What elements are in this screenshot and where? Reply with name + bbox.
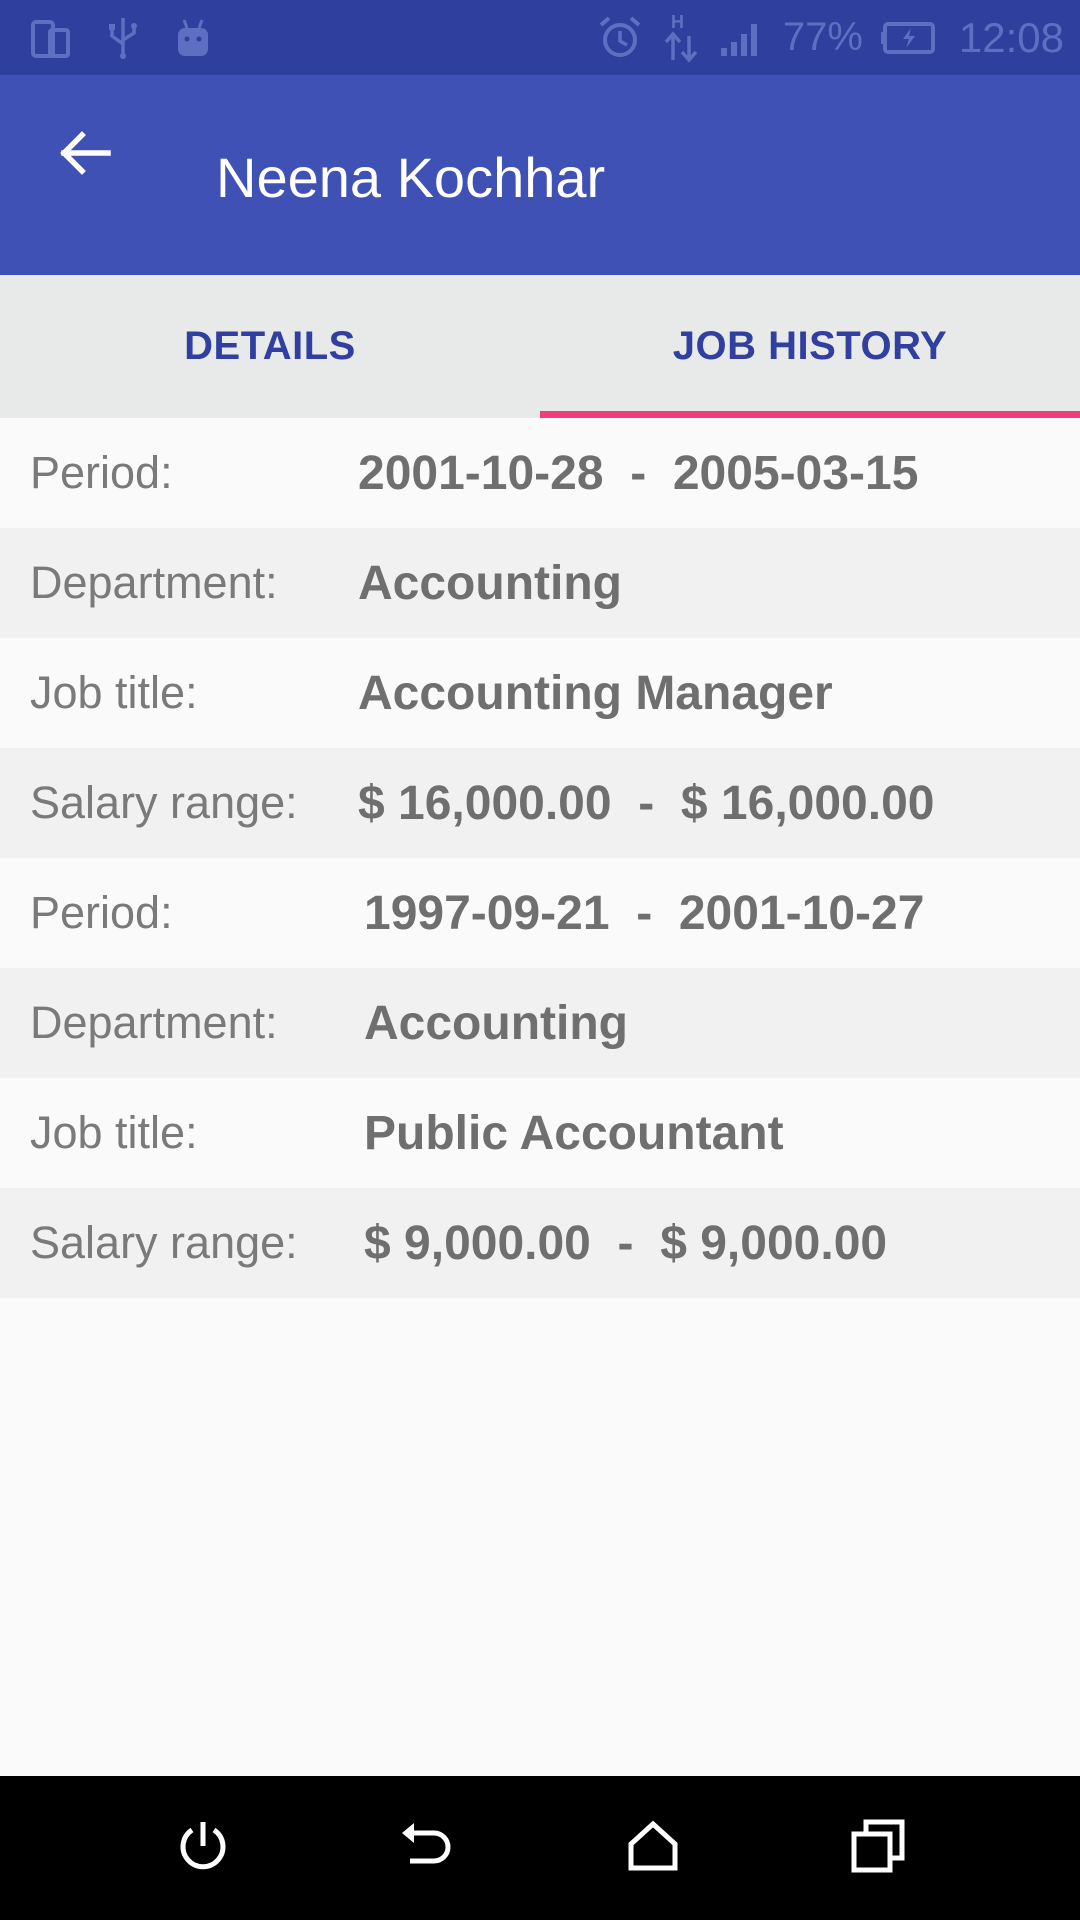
alarm-icon bbox=[597, 15, 643, 61]
department-label: Department: bbox=[30, 997, 278, 1048]
recents-icon bbox=[850, 1818, 906, 1879]
job-history-list: Period: 2001-10-28 - 2005-03-15 Departme… bbox=[0, 418, 1080, 1298]
salary-range-label: Salary range: bbox=[30, 1217, 298, 1268]
salary-range-label: Salary range: bbox=[30, 777, 298, 828]
department-value: Accounting bbox=[364, 996, 628, 1050]
job-title-value: Public Accountant bbox=[364, 1106, 784, 1160]
nav-back-button[interactable] bbox=[378, 1798, 478, 1898]
app-bar: Neena Kochhar bbox=[0, 75, 1080, 275]
back-icon bbox=[398, 1819, 458, 1878]
period-label: Period: bbox=[30, 447, 173, 498]
battery-percent: 77% bbox=[782, 15, 863, 59]
list-item: Job title: Accounting Manager bbox=[0, 638, 1080, 748]
battery-charging-icon bbox=[880, 20, 941, 56]
period-value: 1997-09-21 - 2001-10-27 bbox=[364, 886, 925, 940]
back-button[interactable] bbox=[40, 115, 130, 195]
salary-range-value: $ 9,000.00 - $ 9,000.00 bbox=[364, 1216, 888, 1270]
page-title: Neena Kochhar bbox=[216, 146, 606, 209]
tab-details[interactable]: DETAILS bbox=[0, 275, 540, 418]
screen-rotation-icon bbox=[30, 16, 72, 60]
signal-icon bbox=[719, 18, 765, 58]
svg-text:H: H bbox=[671, 12, 684, 32]
department-label: Department: bbox=[30, 557, 278, 608]
department-value: Accounting bbox=[358, 556, 622, 610]
status-bar: H 77% 12:08 bbox=[0, 0, 1080, 75]
home-button[interactable] bbox=[603, 1798, 703, 1898]
power-icon bbox=[175, 1818, 231, 1879]
power-button[interactable] bbox=[153, 1798, 253, 1898]
job-title-value: Accounting Manager bbox=[358, 666, 833, 720]
list-item: Department: Accounting bbox=[0, 528, 1080, 638]
clock: 12:08 bbox=[958, 13, 1064, 61]
data-transfer-icon: H bbox=[661, 12, 701, 64]
arrow-left-icon bbox=[58, 129, 112, 182]
recents-button[interactable] bbox=[828, 1798, 928, 1898]
salary-range-value: $ 16,000.00 - $ 16,000.00 bbox=[358, 776, 935, 830]
tab-details-label: DETAILS bbox=[184, 324, 356, 368]
job-title-label: Job title: bbox=[30, 1107, 198, 1158]
tab-job-history[interactable]: JOB HISTORY bbox=[540, 275, 1080, 418]
list-item: Salary range: $ 9,000.00 - $ 9,000.00 bbox=[0, 1188, 1080, 1298]
list-item: Department: Accounting bbox=[0, 968, 1080, 1078]
navigation-bar bbox=[0, 1776, 1080, 1920]
tab-job-history-label: JOB HISTORY bbox=[672, 324, 948, 368]
tab-indicator bbox=[540, 411, 1080, 418]
usb-icon bbox=[106, 16, 140, 60]
period-value: 2001-10-28 - 2005-03-15 bbox=[358, 446, 919, 500]
list-item: Period: 2001-10-28 - 2005-03-15 bbox=[0, 418, 1080, 528]
home-icon bbox=[625, 1818, 681, 1879]
period-label: Period: bbox=[30, 887, 173, 938]
job-title-label: Job title: bbox=[30, 667, 198, 718]
android-debug-icon bbox=[174, 16, 212, 60]
list-item: Period: 1997-09-21 - 2001-10-27 bbox=[0, 858, 1080, 968]
list-item: Salary range: $ 16,000.00 - $ 16,000.00 bbox=[0, 748, 1080, 858]
tab-bar: DETAILS JOB HISTORY bbox=[0, 275, 1080, 418]
list-item: Job title: Public Accountant bbox=[0, 1078, 1080, 1188]
